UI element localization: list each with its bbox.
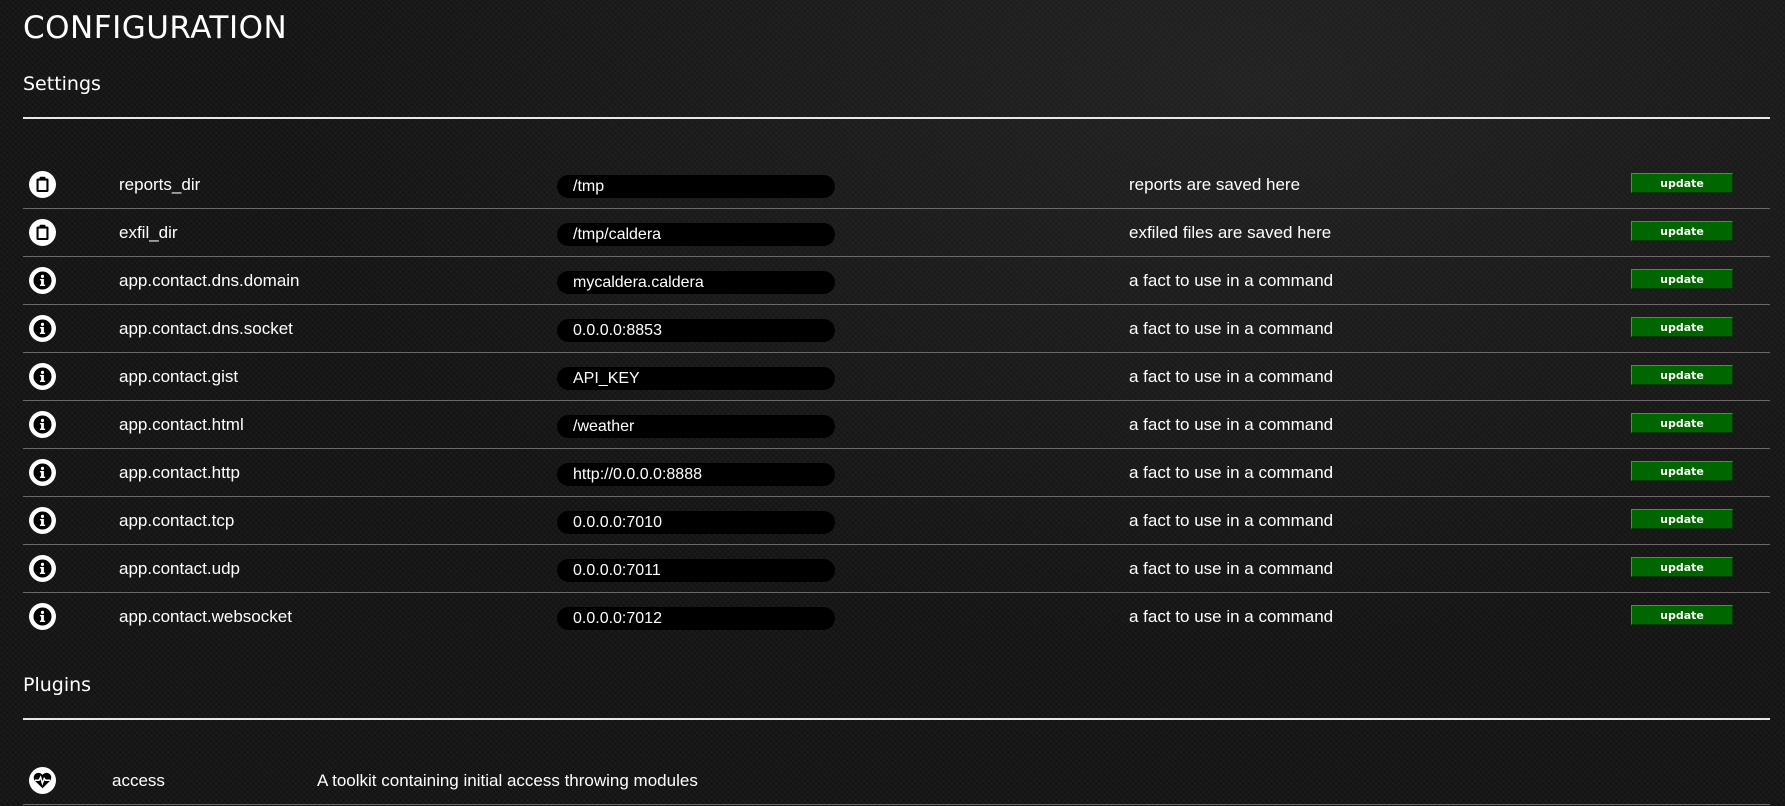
setting-description: a fact to use in a command [1129, 463, 1334, 482]
plugin-description: A toolkit containing initial access thro… [317, 771, 698, 790]
plugin-row: access A toolkit containing initial acces… [23, 757, 1770, 805]
setting-name: app.contact.tcp [119, 511, 235, 530]
setting-row: app.contact.udp a fact to use in a comman… [23, 545, 1770, 593]
update-button[interactable]: update [1631, 557, 1733, 577]
setting-value-input[interactable] [557, 415, 835, 438]
setting-description: a fact to use in a command [1129, 559, 1334, 578]
setting-value-input[interactable] [557, 511, 835, 534]
update-button[interactable]: update [1631, 365, 1733, 385]
setting-description: exfiled files are saved here [1129, 223, 1332, 242]
settings-section-title: Settings [23, 73, 101, 95]
plugins-divider [23, 718, 1770, 720]
setting-name: app.contact.gist [119, 367, 239, 386]
setting-description: a fact to use in a command [1129, 415, 1334, 434]
setting-value-input[interactable] [557, 607, 835, 630]
info-icon [29, 267, 56, 294]
setting-value-input[interactable] [557, 319, 835, 342]
update-button[interactable]: update [1631, 173, 1733, 193]
setting-value-input[interactable] [557, 367, 835, 390]
clipboard-icon [29, 171, 56, 198]
update-button[interactable]: update [1631, 269, 1733, 289]
setting-name: exfil_dir [119, 223, 178, 242]
heartbeat-icon [29, 767, 56, 794]
setting-value-input[interactable] [557, 271, 835, 294]
setting-row: app.contact.http a fact to use in a comma… [23, 449, 1770, 497]
info-icon [29, 315, 56, 342]
setting-description: a fact to use in a command [1129, 511, 1334, 530]
setting-name: app.contact.websocket [119, 607, 292, 626]
setting-row: app.contact.html a fact to use in a comma… [23, 401, 1770, 449]
settings-divider [23, 117, 1770, 119]
info-icon [29, 363, 56, 390]
update-button[interactable]: update [1631, 317, 1733, 337]
setting-row: app.contact.tcp a fact to use in a comman… [23, 497, 1770, 545]
setting-description: a fact to use in a command [1129, 607, 1334, 626]
plugins-section-title: Plugins [23, 674, 92, 696]
setting-description: a fact to use in a command [1129, 319, 1334, 338]
plugins-table: access A toolkit containing initial acces… [23, 757, 1770, 805]
setting-name: app.contact.http [119, 463, 240, 482]
setting-name: app.contact.udp [119, 559, 240, 578]
setting-value-input[interactable] [557, 463, 835, 486]
setting-value-input[interactable] [557, 559, 835, 582]
setting-value-input[interactable] [557, 223, 835, 246]
setting-description: a fact to use in a command [1129, 271, 1334, 290]
update-button[interactable]: update [1631, 413, 1733, 433]
setting-row: app.contact.gist a fact to use in a comma… [23, 353, 1770, 401]
setting-row: app.contact.dns.domain a fact to use in a… [23, 257, 1770, 305]
page-title: CONFIGURATION [23, 10, 288, 46]
info-icon [29, 603, 56, 630]
settings-table: reports_dirreports are saved hereupdatee… [23, 161, 1770, 640]
setting-row: reports_dir reports are saved here update [23, 161, 1770, 209]
setting-name: app.contact.html [119, 415, 244, 434]
setting-row: app.contact.websocket a fact to use in a … [23, 593, 1770, 640]
update-button[interactable]: update [1631, 605, 1733, 625]
update-button[interactable]: update [1631, 461, 1733, 481]
update-button[interactable]: update [1631, 221, 1733, 241]
setting-description: a fact to use in a command [1129, 367, 1334, 386]
setting-name: app.contact.dns.socket [119, 319, 293, 338]
update-button[interactable]: update [1631, 509, 1733, 529]
info-icon [29, 459, 56, 486]
setting-row: exfil_dir exfiled files are saved here upd… [23, 209, 1770, 257]
setting-name: app.contact.dns.domain [119, 271, 300, 290]
info-icon [29, 555, 56, 582]
setting-row: app.contact.dns.socket a fact to use in a… [23, 305, 1770, 353]
setting-name: reports_dir [119, 175, 201, 194]
setting-description: reports are saved here [1129, 175, 1301, 194]
plugin-name: access [112, 771, 165, 790]
info-icon [29, 411, 56, 438]
info-icon [29, 507, 56, 534]
clipboard-icon [29, 219, 56, 246]
setting-value-input[interactable] [557, 175, 835, 198]
